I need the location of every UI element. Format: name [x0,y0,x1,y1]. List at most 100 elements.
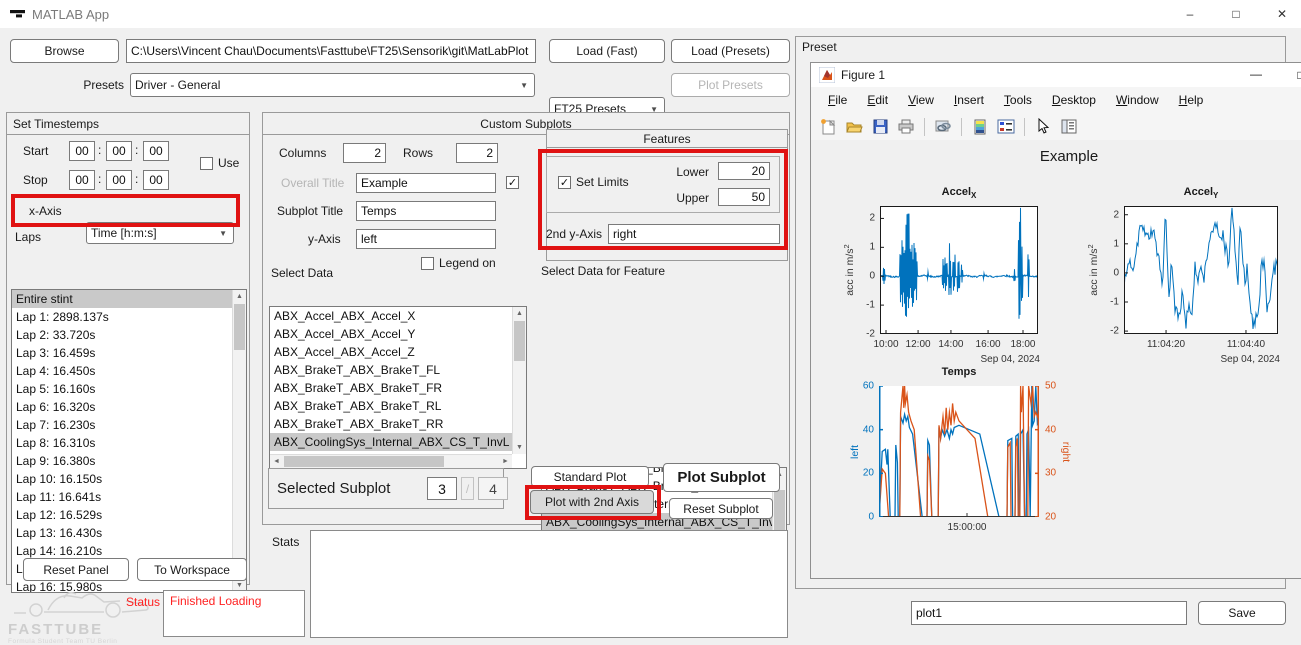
cursor-arrow-icon[interactable] [1032,116,1054,138]
data-list-item[interactable]: ABX_Accel_ABX_Accel_X [270,307,512,325]
figure-minimize-icon[interactable]: — [1236,63,1276,87]
minimize-icon[interactable]: – [1168,0,1212,28]
lap-list-item[interactable]: Lap 3: 16.459s [12,344,232,362]
use-label: Use [218,155,239,171]
x-axis-date-label: Sep 04, 2024 [981,354,1041,365]
stats-label: Stats [272,535,299,549]
second-yaxis-field[interactable] [608,224,780,244]
path-input[interactable] [126,39,536,63]
save-button[interactable]: Save [1198,601,1286,625]
data-list-item[interactable]: ABX_BrakeT_ABX_BrakeT_RR [270,415,512,433]
set-limits-checkbox[interactable]: ✓ [558,176,571,189]
stop-label: Stop [23,170,48,190]
data-list-item[interactable]: ABX_CoolingSys_Internal_ABX_CS_T_InvL [270,433,512,451]
filename-input[interactable] [911,601,1187,625]
scroll-up-icon[interactable]: ▲ [513,307,526,320]
browse-button[interactable]: Browse [10,39,119,63]
lap-list-item[interactable]: Lap 11: 16.641s [12,488,232,506]
yaxis-right-plot-label: right [1060,441,1072,461]
insert-colorbar-icon[interactable] [969,116,991,138]
columns-field[interactable] [343,143,386,163]
to-workspace-button[interactable]: To Workspace [137,558,247,581]
load-fast-button[interactable]: Load (Fast) [549,39,665,63]
plot-presets-button[interactable]: Plot Presets [671,73,790,97]
logo-tagline: Formula Student Team TU Berlin [8,638,168,645]
plot-canvas-accel_x [880,206,1038,334]
lap-list-item[interactable]: Lap 7: 16.230s [12,416,232,434]
maximize-icon[interactable]: □ [1214,0,1258,28]
subplot-total-field: 4 [478,477,508,500]
reset-subplot-button[interactable]: Reset Subplot [669,498,773,519]
figure-menu-edit[interactable]: Edit [858,87,897,113]
subplot-title-field[interactable] [356,201,496,221]
app-titlebar: MATLAB App – □ ✕ [0,0,1301,28]
data-list-item[interactable]: ABX_BrakeT_ABX_BrakeT_RL [270,397,512,415]
lap-list-item[interactable]: Entire stint [12,290,232,308]
selected-subplot-current-field[interactable] [427,477,457,500]
open-file-icon[interactable] [843,116,865,138]
scroll-right-icon[interactable]: ► [499,455,512,468]
figure-menu-help[interactable]: Help [1170,87,1213,113]
scroll-down-icon[interactable]: ▼ [513,441,526,454]
lap-list-item[interactable]: Lap 6: 16.320s [12,398,232,416]
close-icon[interactable]: ✕ [1260,0,1301,28]
figure-menu-view[interactable]: View [899,87,943,113]
data-list-vscrollbar[interactable]: ▲ ▼ [512,307,526,454]
data-list-item[interactable]: ABX_Accel_ABX_Accel_Z [270,343,512,361]
plot-subplot-button[interactable]: Plot Subplot [663,463,780,492]
legend-on-checkbox[interactable] [421,257,434,270]
xaxis-select[interactable]: Time [h:m:s] ▼ [86,222,234,244]
figure-overall-title: Example [1040,148,1098,165]
figure-menu-window[interactable]: Window [1107,87,1168,113]
lap-list-item[interactable]: Lap 8: 16.310s [12,434,232,452]
stop-seconds-field[interactable] [143,170,169,190]
xtick-label: 15:00:00 [948,522,987,533]
lap-list-item[interactable]: Lap 13: 16.430s [12,524,232,542]
toolbar-separator [961,118,962,136]
figure-menu-insert[interactable]: Insert [945,87,993,113]
lap-list-item[interactable]: Lap 1: 2898.137s [12,308,232,326]
figure-menu-tools[interactable]: Tools [995,87,1041,113]
insert-legend-icon[interactable] [995,116,1017,138]
data-list-item[interactable]: ABX_Accel_ABX_Accel_Y [270,325,512,343]
preset-select[interactable]: Driver - General ▼ [130,73,535,97]
standard-plot-button[interactable]: Standard Plot [531,466,649,487]
lap-list-item[interactable]: Lap 9: 16.380s [12,452,232,470]
preset-select-value: Driver - General [135,78,220,92]
new-figure-icon[interactable] [817,116,839,138]
data-list-item[interactable]: ABX_BrakeT_ABX_BrakeT_FR [270,379,512,397]
rows-field[interactable] [456,143,498,163]
lap-list-item[interactable]: Lap 5: 16.160s [12,380,232,398]
start-seconds-field[interactable] [143,141,169,161]
lower-field[interactable] [718,162,770,180]
scroll-up-icon[interactable]: ▲ [233,290,246,303]
print-icon[interactable] [895,116,917,138]
figure-maximize-icon[interactable]: □ [1281,63,1301,87]
save-icon[interactable] [869,116,891,138]
link-plot-icon[interactable] [932,116,954,138]
lap-list-item[interactable]: Lap 4: 16.450s [12,362,232,380]
lap-list-item[interactable]: Lap 2: 33.720s [12,326,232,344]
upper-field[interactable] [718,188,770,206]
reset-panel-button[interactable]: Reset Panel [23,558,129,581]
use-checkbox[interactable] [200,157,213,170]
yaxis-field[interactable] [356,229,496,249]
stop-minutes-field[interactable] [106,170,132,190]
figure-menu-desktop[interactable]: Desktop [1043,87,1105,113]
lap-list-item[interactable]: Lap 12: 16.529s [12,506,232,524]
load-presets-button[interactable]: Load (Presets) [671,39,790,63]
start-minutes-field[interactable] [106,141,132,161]
data-list-hscrollbar[interactable]: ◄ ► [270,454,512,468]
lap-list-item[interactable]: Lap 10: 16.150s [12,470,232,488]
laps-scrollbar[interactable]: ▲ ▼ [232,290,246,592]
data-list-item[interactable]: ABX_BrakeT_ABX_BrakeT_FL [270,361,512,379]
colon-separator: : [98,143,101,157]
stop-hours-field[interactable] [69,170,95,190]
overall-title-field[interactable] [356,173,496,193]
property-inspector-icon[interactable] [1058,116,1080,138]
start-hours-field[interactable] [69,141,95,161]
plot-with-2nd-axis-button[interactable]: Plot with 2nd Axis [530,490,654,514]
scroll-left-icon[interactable]: ◄ [270,455,283,468]
overall-title-checkbox[interactable]: ✓ [506,176,519,189]
figure-menu-file[interactable]: File [819,87,856,113]
